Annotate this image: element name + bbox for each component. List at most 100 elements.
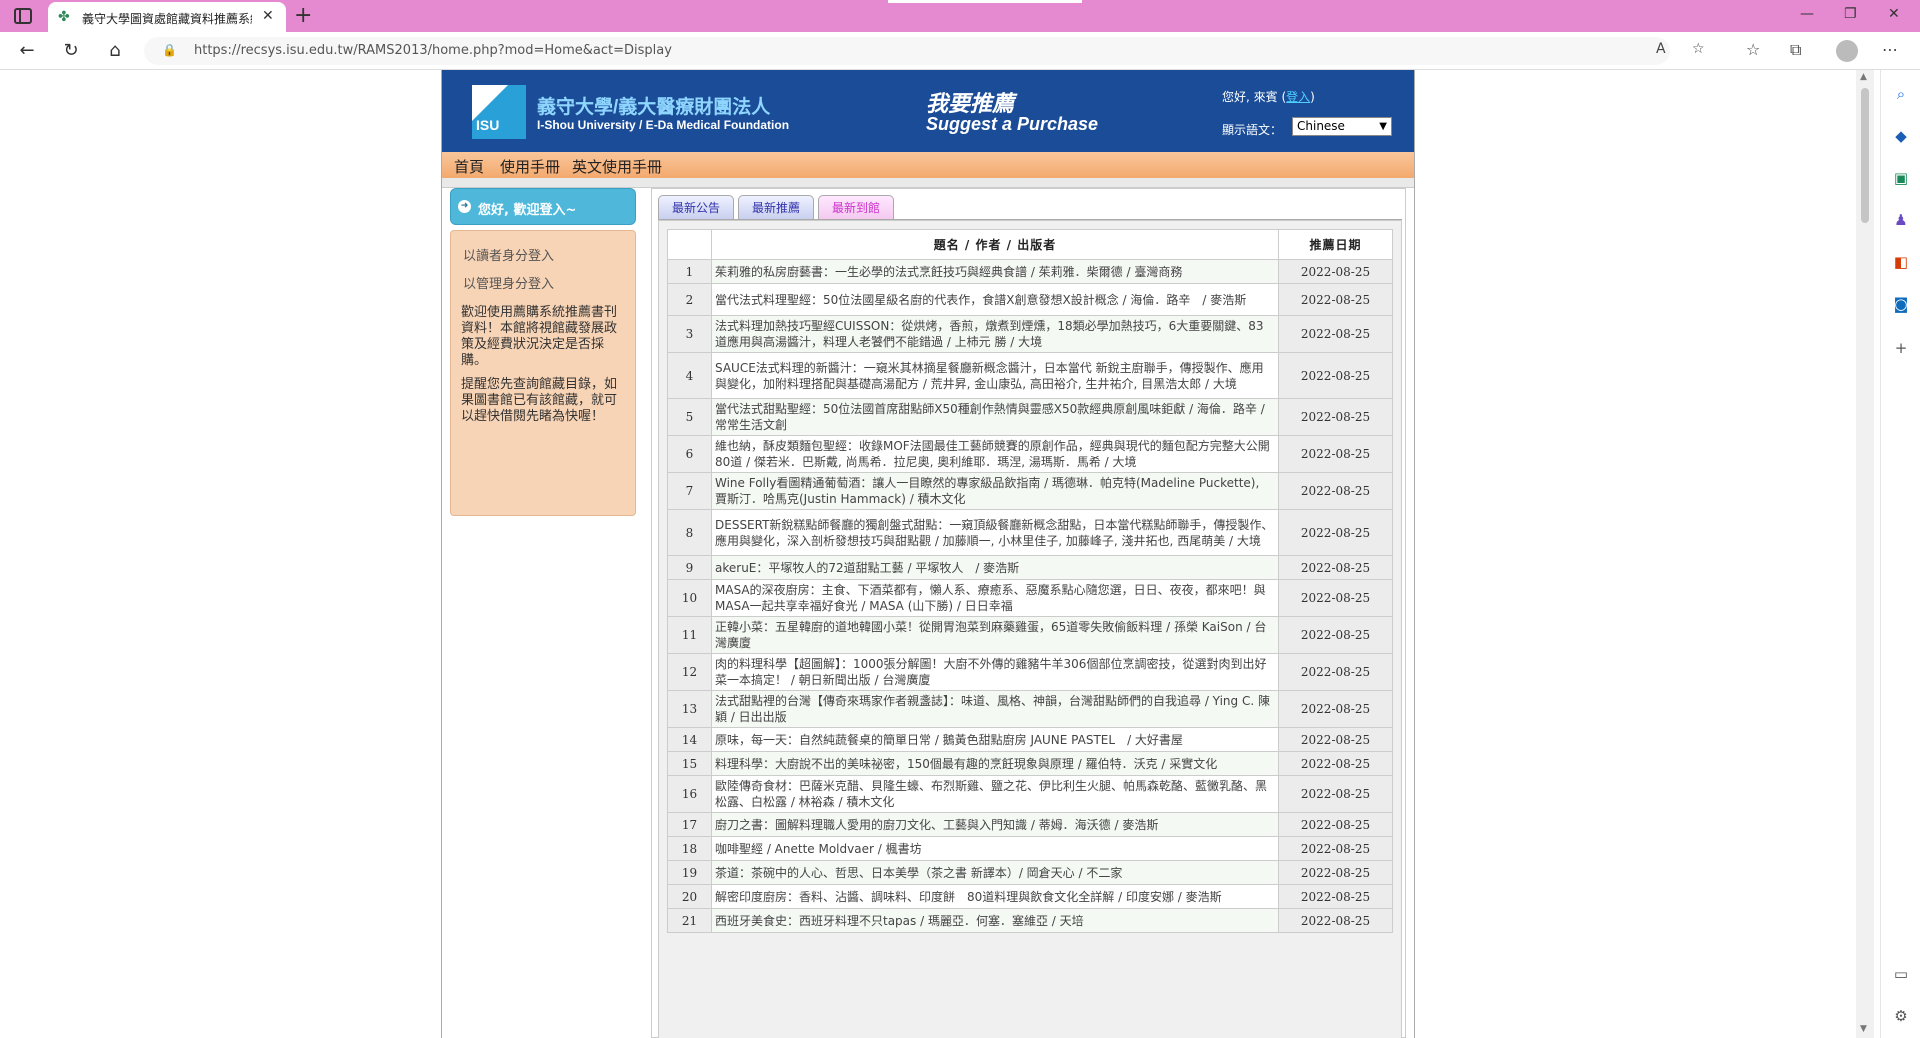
language-select[interactable]: Chinese ▼ [1292, 117, 1392, 136]
reload-icon[interactable]: ↻ [58, 38, 84, 64]
more-options-icon[interactable]: ⋯ [1882, 40, 1898, 59]
table-row[interactable]: 8 DESSERT新銳糕點師餐廳的獨創盤式甜點：一窺頂級餐廳新概念甜點，日本當代糕… [667, 509, 1393, 556]
table-row[interactable]: 13 法式甜點裡的台灣【傳奇來瑪家作者親盞誌】：味道、風格、神韻，台灣甜點師們的自… [667, 690, 1393, 728]
url-text: https://recsys.isu.edu.tw/RAMS2013/home.… [194, 43, 672, 58]
book-title-cell[interactable]: 歐陸傳奇食材：巴薩米克醋、貝隆生蠔、布烈斯雞、鹽之花、伊比利生火腿、帕馬森乾酪、… [711, 775, 1279, 813]
back-icon[interactable]: ← [14, 38, 40, 64]
tab-latest-arrival[interactable]: 最新到館 [818, 195, 894, 219]
outlook-icon[interactable]: ◙ [1891, 294, 1911, 314]
book-title-cell[interactable]: 肉的料理科學【超圖解】：1000張分解圖！大廚不外傳的雞豬牛羊306個部位烹調密… [711, 653, 1279, 691]
menu-user-manual[interactable]: 使用手冊 [500, 156, 560, 177]
table-row[interactable]: 10 MASA的深夜廚房：主食、下酒菜都有，懶人系、療癒系、惡魔系點心隨您選，日日… [667, 579, 1393, 617]
book-title-cell[interactable]: 咖啡聖經 / Anette Moldvaer / 楓書坊 [711, 836, 1279, 861]
greeting-text: 您好, 來賓 ( [1222, 90, 1287, 104]
book-title-cell[interactable]: akeruE：平塚牧人的72道甜點工藝 / 平塚牧人 / 麥浩斯 [711, 555, 1279, 580]
book-title-cell[interactable]: 法式甜點裡的台灣【傳奇來瑪家作者親盞誌】：味道、風格、神韻，台灣甜點師們的自我追… [711, 690, 1279, 728]
table-row[interactable]: 21 西班牙美食史：西班牙料理不只tapas / 瑪麗亞．何塞．塞維亞 / 天培 2… [667, 908, 1393, 933]
recommend-date-cell: 2022-08-25 [1278, 283, 1393, 316]
restore-icon[interactable]: ❐ [1844, 6, 1857, 22]
reader-login-link[interactable]: 以讀者身分登入 [463, 245, 554, 264]
tab-latest-notice[interactable]: 最新公告 [658, 195, 734, 219]
table-row[interactable]: 11 正韓小菜：五星韓廚的道地韓國小菜！從開胃泡菜到麻藥雞蛋，65道零失敗偷飯料理… [667, 616, 1393, 654]
scroll-down-icon[interactable]: ▼ [1860, 1024, 1867, 1034]
table-row[interactable]: 19 茶道：茶碗中的人心、哲思、日本美學（茶之書 新譯本）/ 岡倉天心 / 不二家… [667, 860, 1393, 885]
book-title-cell[interactable]: 正韓小菜：五星韓廚的道地韓國小菜！從開胃泡菜到麻藥雞蛋，65道零失敗偷飯料理 /… [711, 616, 1279, 654]
book-title-cell[interactable]: 茱莉雅的私房廚藝書：一生必學的法式烹飪技巧與經典食譜 / 茱莉雅．柴爾德 / 臺… [711, 259, 1279, 284]
favorites-icon[interactable]: ☆ [1746, 40, 1760, 59]
tab-close-icon[interactable]: ✕ [262, 8, 274, 24]
recommend-date-cell: 2022-08-25 [1278, 472, 1393, 510]
table-row[interactable]: 18 咖啡聖經 / Anette Moldvaer / 楓書坊 2022-08-25 [667, 836, 1393, 861]
header-date: 推薦日期 [1278, 229, 1393, 260]
table-row[interactable]: 6 維也納，酥皮類麵包聖經：收錄MOF法國最佳工藝師競賽的原創作品，經典與現代的麵… [667, 435, 1393, 473]
table-row[interactable]: 14 原味，每一天：自然純蔬餐桌的簡單日常 / 鵝黃色甜點廚房 JAUNE PAS… [667, 727, 1393, 752]
book-title-cell[interactable]: 解密印度廚房：香料、沾醬、調味料、印度餅 80道料理與飲食文化全詳解 / 印度安… [711, 884, 1279, 909]
new-tab-icon[interactable]: + [294, 3, 312, 28]
book-title-cell[interactable]: 西班牙美食史：西班牙料理不只tapas / 瑪麗亞．何塞．塞維亞 / 天培 [711, 908, 1279, 933]
table-row[interactable]: 4 SAUCE法式料理的新醬汁：一窺米其林摘星餐廳新概念醬汁，日本當代 新銳主廚聯… [667, 352, 1393, 399]
tools-briefcase-icon[interactable]: ▣ [1891, 168, 1911, 188]
url-field[interactable]: 🔒 https://recsys.isu.edu.tw/RAMS2013/hom… [144, 37, 1705, 65]
table-row[interactable]: 20 解密印度廚房：香料、沾醬、調味料、印度餅 80道料理與飲食文化全詳解 / 印… [667, 884, 1393, 909]
book-title-cell[interactable]: 料理科學：大廚說不出的美味祕密，150個最有趣的烹飪現象與原理 / 羅伯特．沃克… [711, 751, 1279, 776]
isu-logo[interactable]: ISU [472, 85, 526, 139]
book-title-cell[interactable]: Wine Folly看圖精通葡萄酒：讓人一目瞭然的專家級品飲指南 / 瑪德琳．帕… [711, 472, 1279, 510]
scrollbar-thumb[interactable] [1861, 88, 1869, 223]
minimize-icon[interactable]: — [1800, 6, 1814, 22]
games-icon[interactable]: ♟ [1891, 210, 1911, 230]
window-menu-icon[interactable] [14, 8, 32, 24]
table-row[interactable]: 16 歐陸傳奇食材：巴薩米克醋、貝隆生蠔、布烈斯雞、鹽之花、伊比利生火腿、帕馬森乾… [667, 775, 1393, 813]
book-title-cell[interactable]: 茶道：茶碗中的人心、哲思、日本美學（茶之書 新譯本）/ 岡倉天心 / 不二家 [711, 860, 1279, 885]
browser-tab[interactable]: ✤ 義守大學圖資處館藏資料推薦系統 ✕ [48, 2, 286, 32]
hide-sidebar-icon[interactable]: ▭ [1891, 964, 1911, 984]
book-title-cell[interactable]: 當代法式料理聖經：50位法國星級名廚的代表作，食譜X創意發想X設計概念 / 海倫… [711, 283, 1279, 316]
browser-tab-strip: ✤ 義守大學圖資處館藏資料推薦系統 ✕ + — ❐ ✕ [0, 0, 1920, 32]
table-row[interactable]: 5 當代法式甜點聖經：50位法國首席甜點師X50種創作熱情與靈感X50款經典原創風… [667, 398, 1393, 436]
table-row[interactable]: 9 akeruE：平塚牧人的72道甜點工藝 / 平塚牧人 / 麥浩斯 2022-08… [667, 555, 1393, 580]
read-aloud-icon[interactable]: A [1656, 41, 1666, 57]
admin-login-link[interactable]: 以管理身分登入 [463, 273, 554, 292]
book-title-cell[interactable]: 當代法式甜點聖經：50位法國首席甜點師X50種創作熱情與靈感X50款經典原創風味… [711, 398, 1279, 436]
recommend-date-cell: 2022-08-25 [1278, 690, 1393, 728]
guest-login-link[interactable]: 登入 [1286, 90, 1310, 104]
book-title-cell[interactable]: 廚刀之書：圖解料理職人愛用的廚刀文化、工藝與入門知識 / 蒂姆．海沃德 / 麥浩… [711, 812, 1279, 837]
table-row[interactable]: 12 肉的料理科學【超圖解】：1000張分解圖！大廚不外傳的雞豬牛羊306個部位烹… [667, 653, 1393, 691]
tab-latest-recommend[interactable]: 最新推薦 [738, 195, 814, 219]
book-title-cell[interactable]: 維也納，酥皮類麵包聖經：收錄MOF法國最佳工藝師競賽的原創作品，經典與現代的麵包… [711, 435, 1279, 473]
book-title-cell[interactable]: 原味，每一天：自然純蔬餐桌的簡單日常 / 鵝黃色甜點廚房 JAUNE PASTE… [711, 727, 1279, 752]
settings-gear-icon[interactable]: ⚙ [1891, 1006, 1911, 1026]
recommend-date-cell: 2022-08-25 [1278, 579, 1393, 617]
book-title-cell[interactable]: 法式料理加熱技巧聖經CUISSON：從烘烤，香煎，燉煮到煙燻，18類必學加熱技巧… [711, 315, 1279, 353]
logo-triangle [472, 85, 508, 121]
table-row[interactable]: 17 廚刀之書：圖解料理職人愛用的廚刀文化、工藝與入門知識 / 蒂姆．海沃德 / … [667, 812, 1393, 837]
profile-avatar[interactable] [1836, 40, 1858, 62]
table-row[interactable]: 2 當代法式料理聖經：50位法國星級名廚的代表作，食譜X創意發想X設計概念 / 海… [667, 283, 1393, 316]
menu-english-manual[interactable]: 英文使用手冊 [572, 156, 662, 177]
scroll-up-icon[interactable]: ▲ [1860, 72, 1867, 82]
table-row[interactable]: 15 料理科學：大廚說不出的美味祕密，150個最有趣的烹飪現象與原理 / 羅伯特．… [667, 751, 1393, 776]
office-icon[interactable]: ◧ [1891, 252, 1911, 272]
book-title-cell[interactable]: DESSERT新銳糕點師餐廳的獨創盤式甜點：一窺頂級餐廳新概念甜點，日本當代糕點… [711, 509, 1279, 556]
menu-home[interactable]: 首頁 [454, 156, 484, 177]
recommend-date-cell: 2022-08-25 [1278, 555, 1393, 580]
add-panel-icon[interactable]: + [1891, 338, 1911, 358]
collections-icon[interactable]: ⧉ [1790, 40, 1801, 60]
page-scrollbar[interactable]: ▲ ▼ [1856, 70, 1874, 1038]
table-row[interactable]: 7 Wine Folly看圖精通葡萄酒：讓人一目瞭然的專家級品飲指南 / 瑪德琳．… [667, 472, 1393, 510]
book-title-cell[interactable]: MASA的深夜廚房：主食、下酒菜都有，懶人系、療癒系、惡魔系點心隨您選，日日、夜… [711, 579, 1279, 617]
add-favorite-icon[interactable]: ☆ [1692, 41, 1705, 57]
recommend-date-cell: 2022-08-25 [1278, 509, 1393, 556]
lock-icon[interactable]: 🔒 [162, 43, 177, 57]
row-number: 7 [667, 472, 712, 510]
book-title-cell[interactable]: SAUCE法式料理的新醬汁：一窺米其林摘星餐廳新概念醬汁，日本當代 新銳主廚聯手… [711, 352, 1279, 399]
table-row[interactable]: 3 法式料理加熱技巧聖經CUISSON：從烘烤，香煎，燉煮到煙燻，18類必學加熱技… [667, 315, 1393, 353]
table-row[interactable]: 1 茱莉雅的私房廚藝書：一生必學的法式烹飪技巧與經典食譜 / 茱莉雅．柴爾德 / … [667, 259, 1393, 284]
recommend-date-cell: 2022-08-25 [1278, 352, 1393, 399]
home-icon[interactable]: ⌂ [102, 38, 128, 64]
search-icon[interactable]: ⌕ [1891, 84, 1911, 104]
close-window-icon[interactable]: ✕ [1888, 6, 1900, 22]
welcome-header: ➜ 您好, 歡迎登入~ [450, 188, 636, 225]
recommend-date-cell: 2022-08-25 [1278, 836, 1393, 861]
shopping-tag-icon[interactable]: ◆ [1891, 126, 1911, 146]
login-panel: 以讀者身分登入 以管理身分登入 歡迎使用薦購系統推薦書刊資料！本館將視館藏發展政… [450, 230, 636, 516]
